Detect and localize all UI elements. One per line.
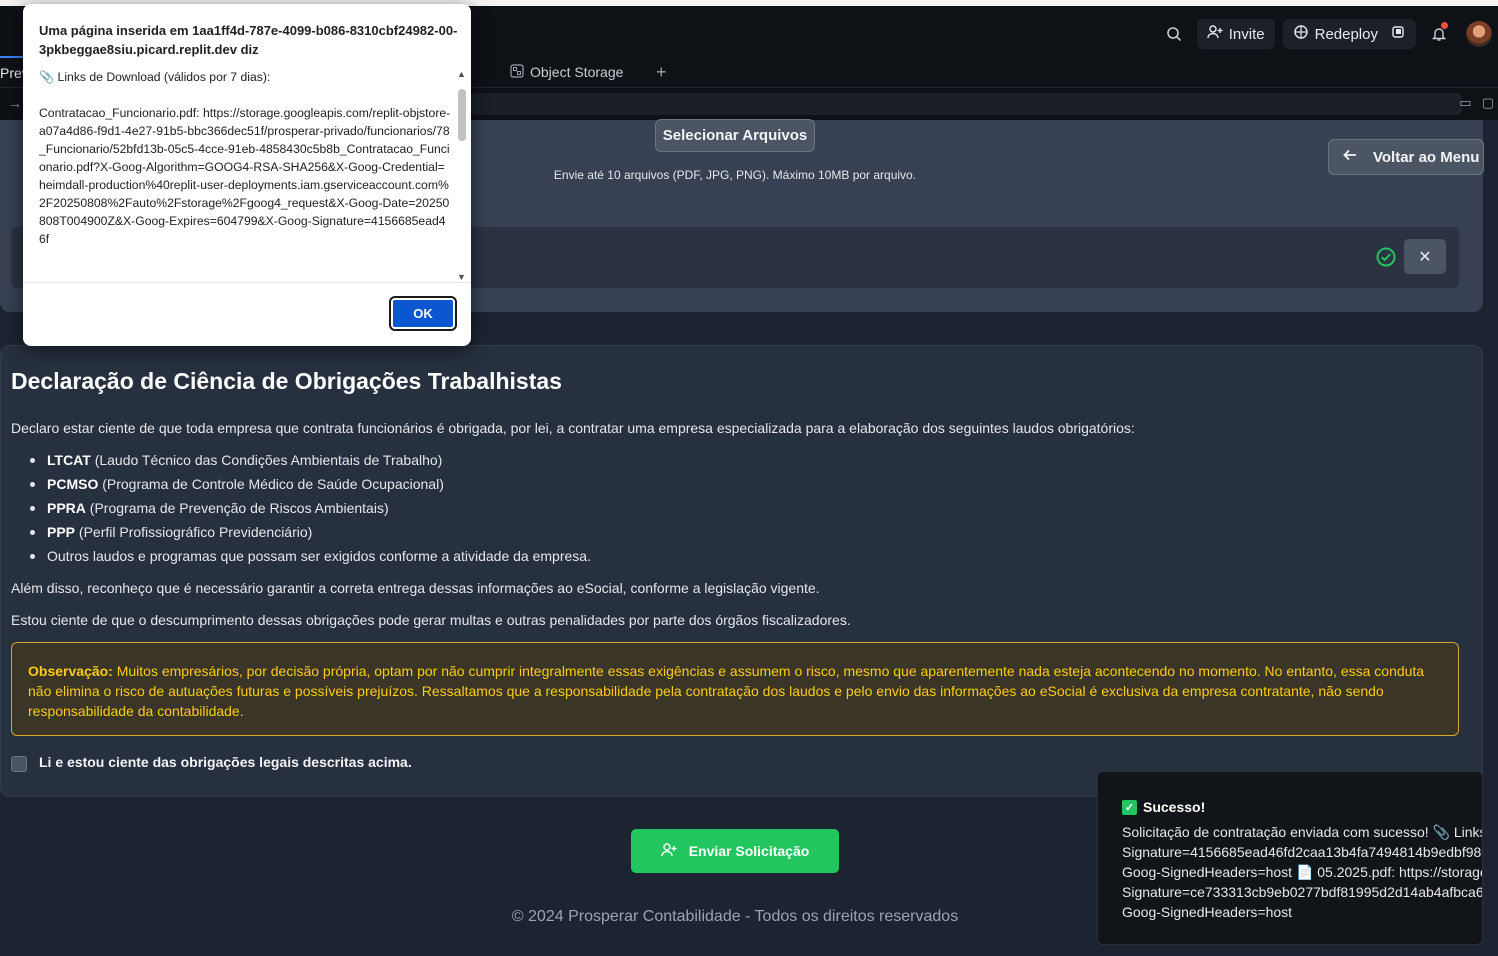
declaration-title: Declaração de Ciência de Obrigações Trab… (11, 368, 562, 394)
observation-box: Observação: Muitos empresários, por deci… (11, 642, 1459, 736)
penalties-paragraph: Estou ciente de que o descumprimento des… (11, 612, 851, 628)
list-item: LTCAT (Laudo Técnico das Condições Ambie… (29, 452, 591, 476)
scroll-up-icon[interactable]: ▲ (457, 69, 466, 79)
invite-button[interactable]: Invite (1196, 19, 1275, 49)
observation-text: Muitos empresários, por decisão própria,… (28, 663, 1425, 719)
list-item: Outros laudos e programas que possam ser… (29, 548, 591, 572)
close-icon: ✕ (1418, 248, 1432, 266)
select-files-button[interactable]: Selecionar Arquivos (655, 119, 815, 152)
top-bar-actions: Invite Redeploy (1159, 12, 1498, 56)
dialog-scrollbar[interactable]: ▲ ▼ (455, 67, 469, 282)
list-item: PPP (Perfil Profissiográfico Previdenciá… (29, 524, 591, 548)
report-abbr: PPP (47, 524, 76, 540)
devices-icon[interactable]: ▭ (1459, 95, 1471, 111)
dialog-message[interactable]: 📎 Links de Download (válidos por 7 dias)… (39, 68, 451, 282)
back-to-menu-button[interactable]: Voltar ao Menu (1328, 139, 1484, 175)
new-window-icon[interactable]: ▢ (1482, 95, 1494, 111)
check-icon: ✓ (1122, 799, 1137, 815)
observation-label: Observação: (28, 663, 113, 679)
acknowledge-checkbox[interactable] (11, 756, 27, 772)
scroll-down-icon[interactable]: ▼ (457, 272, 466, 282)
url-input[interactable] (470, 93, 1462, 115)
tab-object-storage-label: Object Storage (530, 64, 624, 80)
deploy-icon (1293, 24, 1309, 44)
scrollbar-thumb[interactable] (458, 89, 466, 141)
search-icon[interactable] (1159, 19, 1189, 49)
report-desc: (Laudo Técnico das Condições Ambientais … (90, 452, 443, 468)
redeploy-label: Redeploy (1314, 25, 1378, 43)
toast-line: Signature=4156685ead46fd2caa13b4fa749481… (1122, 844, 1483, 860)
storage-icon (510, 63, 524, 81)
notification-dot (1441, 22, 1448, 29)
success-toast[interactable]: ✓ Sucesso! Solicitação de contratação en… (1097, 771, 1483, 945)
toast-line: Signature=ce733313cb9eb0277bdf81995d2d14… (1122, 884, 1483, 900)
required-reports-list: LTCAT (Laudo Técnico das Condições Ambie… (29, 452, 591, 572)
plus-icon: + (656, 61, 667, 82)
toast-title-text: Sucesso! (1143, 799, 1206, 815)
esocial-paragraph: Além disso, reconheço que é necessário g… (11, 580, 820, 596)
list-item: PCMSO (Programa de Controle Médico de Sa… (29, 476, 591, 500)
copy-icon[interactable] (1390, 24, 1406, 44)
toast-title: ✓ Sucesso! (1122, 799, 1205, 815)
report-desc: (Programa de Controle Médico de Saúde Oc… (98, 476, 444, 492)
dialog-title: Uma página inserida em 1aa1ff4d-787e-409… (39, 23, 458, 57)
redeploy-button[interactable]: Redeploy (1282, 19, 1416, 49)
invite-label: Invite (1228, 25, 1265, 43)
toast-line: Goog-SignedHeaders=host (1122, 904, 1293, 920)
remove-file-button[interactable]: ✕ (1404, 239, 1446, 274)
arrow-left-icon (1343, 148, 1357, 166)
arrow-right-icon[interactable]: → (8, 95, 22, 111)
url-tools: ▭ ▢ (1459, 95, 1494, 111)
report-abbr: PPRA (47, 500, 86, 516)
list-item: PPRA (Programa de Prevenção de Riscos Am… (29, 500, 591, 524)
acknowledge-label[interactable]: Li e estou ciente das obrigações legais … (39, 754, 412, 770)
avatar[interactable] (1466, 21, 1492, 47)
send-request-button[interactable]: Enviar Solicitação (631, 829, 839, 873)
report-desc: (Perfil Profissiográfico Previdenciário) (75, 524, 313, 540)
report-desc: (Programa de Prevenção de Riscos Ambient… (85, 500, 389, 516)
add-user-icon (660, 842, 677, 861)
add-user-icon (1207, 24, 1223, 44)
toast-line: Solicitação de contratação enviada com s… (1122, 824, 1483, 840)
toast-body: Solicitação de contratação enviada com s… (1122, 822, 1483, 922)
alert-dialog: Uma página inserida em 1aa1ff4d-787e-409… (23, 4, 471, 346)
report-desc: Outros laudos e programas que possam ser… (47, 548, 591, 564)
ok-button[interactable]: OK (389, 296, 457, 331)
add-tab-button[interactable]: + (656, 56, 667, 88)
send-request-label: Enviar Solicitação (688, 843, 810, 859)
declaration-intro: Declaro estar ciente de que toda empresa… (11, 420, 1135, 436)
report-abbr: LTCAT (47, 452, 91, 468)
toast-line: Goog-SignedHeaders=host 📄 05.2025.pdf: h… (1122, 864, 1483, 880)
report-abbr: PCMSO (47, 476, 99, 492)
notifications-bell-icon[interactable] (1424, 19, 1454, 49)
tab-object-storage[interactable]: Object Storage (510, 56, 623, 88)
dialog-divider (23, 282, 471, 283)
back-to-menu-label: Voltar ao Menu (1373, 148, 1480, 166)
check-circle-icon (1374, 245, 1398, 269)
